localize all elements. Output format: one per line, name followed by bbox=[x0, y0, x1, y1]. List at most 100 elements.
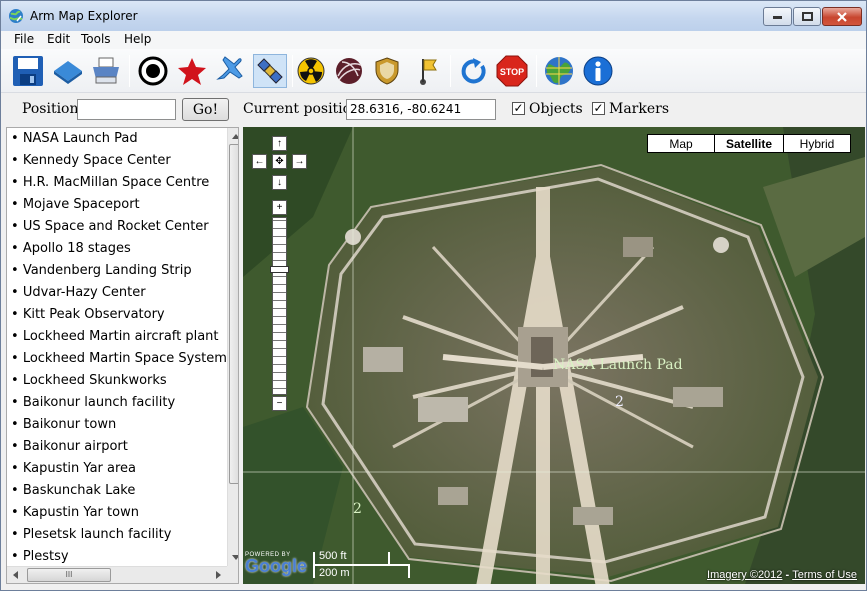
horizontal-scrollbar[interactable]: III bbox=[7, 566, 227, 583]
flag-button[interactable] bbox=[409, 54, 443, 88]
zoom-slider-track[interactable] bbox=[272, 217, 287, 395]
pan-down-button[interactable]: ↓ bbox=[272, 175, 287, 190]
list-item-label: Baikonur launch facility bbox=[22, 395, 176, 410]
close-button[interactable] bbox=[822, 7, 862, 26]
globe-button[interactable] bbox=[542, 54, 576, 88]
scroll-right-icon[interactable] bbox=[211, 567, 226, 583]
list-item[interactable]: • Baikonur town bbox=[7, 414, 116, 436]
zoom-slider-thumb[interactable] bbox=[270, 266, 289, 274]
app-globe-icon bbox=[9, 9, 23, 23]
radiation-button[interactable] bbox=[294, 54, 328, 88]
list-item-label: Kitt Peak Observatory bbox=[22, 307, 165, 322]
menu-edit[interactable]: Edit bbox=[47, 32, 70, 46]
pan-center-button[interactable]: ✥ bbox=[272, 154, 287, 169]
menu-file[interactable]: File bbox=[14, 32, 34, 46]
list-item[interactable]: • Mojave Spaceport bbox=[7, 194, 140, 216]
shield-icon bbox=[375, 57, 399, 85]
zoom-in-button[interactable]: + bbox=[272, 200, 287, 215]
title-bar[interactable]: Arm Map Explorer bbox=[1, 1, 866, 31]
stop-button[interactable]: STOP bbox=[495, 54, 529, 88]
scale-ruler-icon bbox=[313, 552, 410, 578]
list-item[interactable]: • H.R. MacMillan Space Centre bbox=[7, 172, 209, 194]
airplane-button[interactable] bbox=[214, 54, 248, 88]
list-bullet: • bbox=[11, 373, 23, 388]
markers-checkbox[interactable]: ✓ bbox=[592, 102, 605, 115]
list-item-label: Plestsy bbox=[22, 549, 69, 564]
list-item[interactable]: • Plesetsk launch facility bbox=[7, 524, 171, 546]
go-button[interactable]: Go! bbox=[182, 98, 229, 121]
list-bullet: • bbox=[11, 219, 23, 234]
open-button[interactable] bbox=[51, 54, 85, 88]
list-item[interactable]: • NASA Launch Pad bbox=[7, 128, 138, 150]
list-item[interactable]: • Plestsy bbox=[7, 546, 69, 568]
pan-left-button[interactable]: ← bbox=[252, 154, 267, 169]
list-item-label: Udvar-Hazy Center bbox=[22, 285, 146, 300]
list-item[interactable]: • Kapustin Yar town bbox=[7, 502, 139, 524]
list-item[interactable]: • Baikonur launch facility bbox=[7, 392, 175, 414]
list-item[interactable]: • Udvar-Hazy Center bbox=[7, 282, 146, 304]
objects-checkbox[interactable]: ✓ bbox=[512, 102, 525, 115]
airplane-icon bbox=[216, 56, 243, 80]
satellite-button[interactable] bbox=[253, 54, 287, 88]
logo-text: Google bbox=[245, 556, 307, 576]
list-item[interactable]: • Lockheed Skunkworks bbox=[7, 370, 167, 392]
save-button[interactable] bbox=[11, 54, 45, 88]
satellite-icon bbox=[257, 58, 283, 84]
zoom-out-button[interactable]: − bbox=[272, 396, 287, 411]
map-type-hybrid-button[interactable]: Hybrid bbox=[783, 134, 851, 153]
print-button[interactable] bbox=[89, 54, 123, 88]
menu-tools[interactable]: Tools bbox=[81, 32, 111, 46]
list-item[interactable]: • Vandenberg Landing Strip bbox=[7, 260, 192, 282]
vertical-scroll-thumb[interactable] bbox=[229, 144, 238, 484]
scroll-grip: III bbox=[65, 570, 73, 579]
star-button[interactable] bbox=[175, 54, 209, 88]
scroll-up-icon[interactable] bbox=[228, 129, 239, 144]
pan-right-button[interactable]: → bbox=[292, 154, 307, 169]
flag-icon bbox=[420, 59, 437, 85]
list-bullet: • bbox=[11, 131, 23, 146]
globe-icon bbox=[545, 57, 573, 85]
list-bullet: • bbox=[11, 417, 23, 432]
vertical-scrollbar[interactable] bbox=[227, 128, 239, 566]
list-item[interactable]: • Apollo 18 stages bbox=[7, 238, 131, 260]
shield-button[interactable] bbox=[370, 54, 404, 88]
maximize-icon bbox=[801, 12, 813, 21]
hurricane-button[interactable] bbox=[332, 54, 366, 88]
info-button[interactable] bbox=[581, 54, 615, 88]
target-button[interactable] bbox=[136, 54, 170, 88]
map-view[interactable]: Map Satellite Hybrid ↑ ← ✥ → ↓ + − NASA … bbox=[243, 127, 865, 584]
list-item-label: Kapustin Yar town bbox=[22, 505, 139, 520]
scroll-left-icon[interactable] bbox=[8, 567, 23, 583]
list-item[interactable]: • Baskunchak Lake bbox=[7, 480, 135, 502]
imagery-link[interactable]: Imagery ©2012 bbox=[707, 569, 782, 581]
list-bullet: • bbox=[11, 505, 23, 520]
map-type-satellite-button[interactable]: Satellite bbox=[714, 134, 784, 153]
horizontal-scroll-thumb[interactable]: III bbox=[27, 568, 111, 582]
list-item[interactable]: • Kapustin Yar area bbox=[7, 458, 136, 480]
current-position-field[interactable]: 28.6316, -80.6241 bbox=[346, 99, 496, 120]
list-item[interactable]: • Kennedy Space Center bbox=[7, 150, 171, 172]
menu-help[interactable]: Help bbox=[124, 32, 151, 46]
refresh-button[interactable] bbox=[457, 54, 491, 88]
map-type-map-button[interactable]: Map bbox=[647, 134, 715, 153]
minimize-button[interactable] bbox=[763, 7, 792, 26]
hurricane-icon bbox=[336, 58, 362, 84]
list-item[interactable]: • US Space and Rocket Center bbox=[7, 216, 209, 238]
position-input[interactable] bbox=[77, 99, 176, 120]
terms-of-use-link[interactable]: Terms of Use bbox=[792, 569, 857, 581]
pan-up-button[interactable]: ↑ bbox=[272, 136, 287, 151]
list-item[interactable]: • Lockheed Martin aircraft plant bbox=[7, 326, 219, 348]
list-bullet: • bbox=[11, 263, 23, 278]
list-item[interactable]: • Baikonur airport bbox=[7, 436, 128, 458]
list-item[interactable]: • Kitt Peak Observatory bbox=[7, 304, 165, 326]
toolbar-separator bbox=[129, 55, 130, 87]
google-logo[interactable]: POWERED BY Google bbox=[245, 552, 307, 577]
scroll-down-icon[interactable] bbox=[228, 550, 239, 565]
list-bullet: • bbox=[11, 549, 23, 564]
list-item[interactable]: • Lockheed Martin Space Systems bbox=[7, 348, 234, 370]
marker-label[interactable]: NASA Launch Pad bbox=[553, 357, 683, 373]
maximize-button[interactable] bbox=[793, 7, 821, 26]
list-item-label: Mojave Spaceport bbox=[22, 197, 140, 212]
attribution-separator: - bbox=[782, 569, 793, 581]
list-bullet: • bbox=[11, 285, 23, 300]
